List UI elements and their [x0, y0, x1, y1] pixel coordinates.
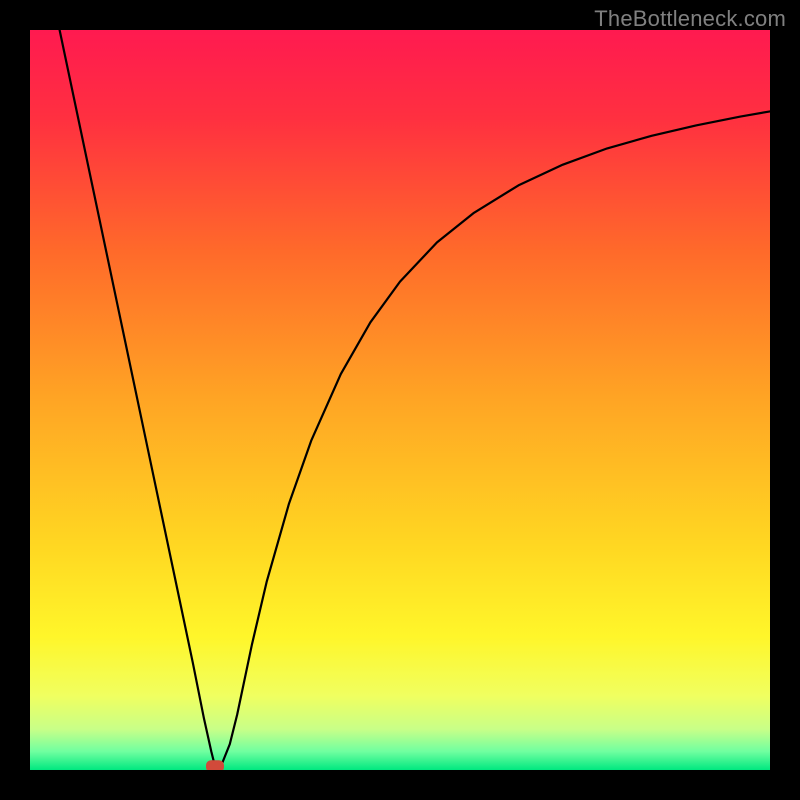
plot-area — [30, 30, 770, 770]
gradient-background — [30, 30, 770, 770]
watermark-text: TheBottleneck.com — [594, 6, 786, 32]
minimum-point-marker — [206, 760, 224, 770]
chart-frame: TheBottleneck.com — [0, 0, 800, 800]
chart-canvas — [30, 30, 770, 770]
